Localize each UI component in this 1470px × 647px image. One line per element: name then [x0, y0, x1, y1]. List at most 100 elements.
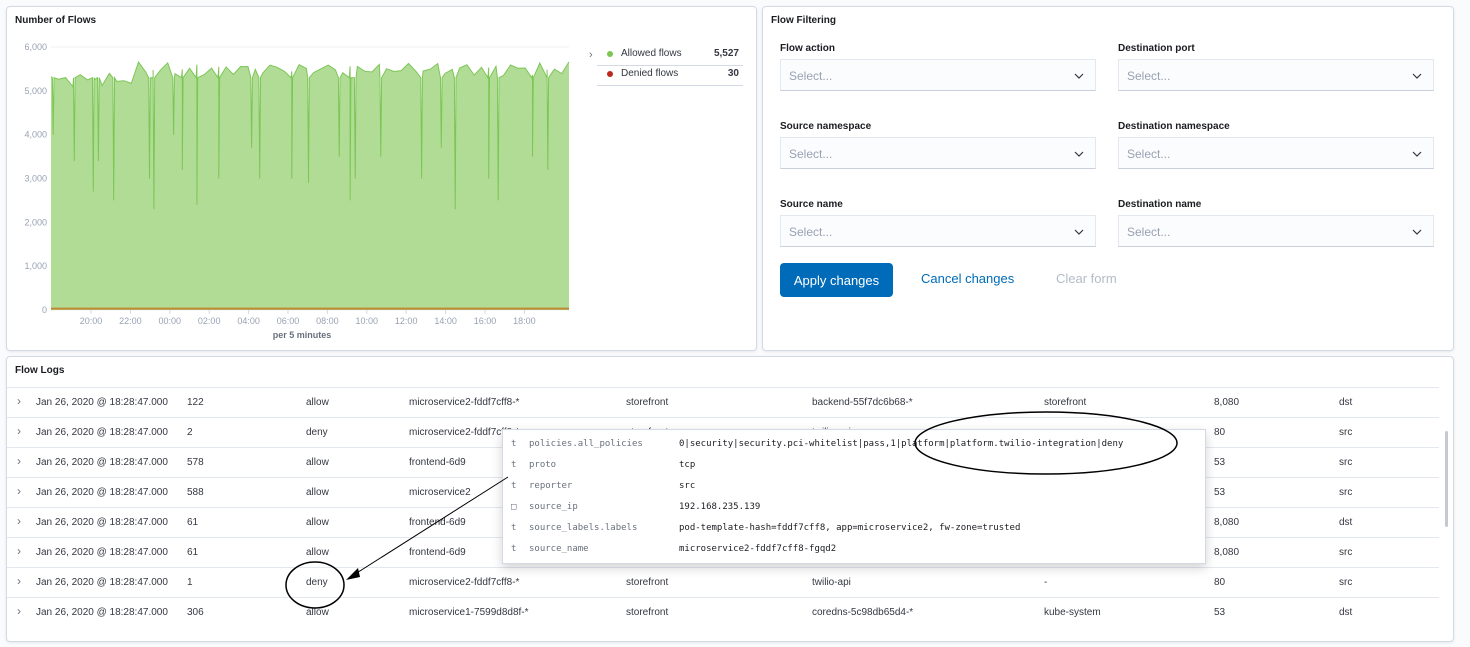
expand-row-icon[interactable]: ›: [17, 484, 21, 498]
cell-count: 306: [187, 607, 204, 618]
destination-name-select[interactable]: Select...: [1118, 215, 1434, 247]
table-scrollbar[interactable]: [1445, 431, 1448, 527]
cell-time: Jan 26, 2020 @ 18:28:47.000: [36, 547, 168, 558]
cell-time: Jan 26, 2020 @ 18:28:47.000: [36, 397, 168, 408]
field-type-icon: t: [511, 544, 517, 554]
expand-row-icon[interactable]: ›: [17, 514, 21, 528]
expand-row-icon[interactable]: ›: [17, 394, 21, 408]
cell-source: microservice2: [409, 487, 471, 498]
legend-item-denied[interactable]: Denied flows 30: [597, 65, 743, 86]
cell-dest-ns: storefront: [1044, 397, 1087, 408]
cell-action: deny: [306, 577, 328, 588]
chevron-down-icon: [1412, 229, 1422, 235]
panel-title: Flow Logs: [15, 365, 65, 376]
y-tick-label: 4,000: [24, 130, 47, 140]
cell-src-ns: storefront: [626, 577, 669, 588]
cancel-changes-button[interactable]: Cancel changes: [921, 271, 1014, 286]
x-tick-label: 04:00: [237, 316, 260, 326]
cell-port: 53: [1214, 457, 1226, 468]
field-type-icon: t: [511, 439, 517, 449]
field-name: reporter: [529, 481, 573, 491]
legend-value: 30: [727, 68, 739, 79]
cell-count: 122: [187, 397, 204, 408]
expand-row-icon[interactable]: ›: [17, 454, 21, 468]
field-name: source_labels.labels: [529, 523, 638, 533]
table-row[interactable]: › Jan 26, 2020 @ 18:28:47.000 122 allow micr…: [7, 387, 1439, 418]
legend-item-allowed[interactable]: Allowed flows 5,527: [597, 45, 743, 66]
expand-row-icon[interactable]: ›: [17, 574, 21, 588]
cell-time: Jan 26, 2020 @ 18:28:47.000: [36, 607, 168, 618]
expand-row-icon[interactable]: ›: [17, 604, 21, 618]
destination-namespace-select[interactable]: Select...: [1118, 137, 1434, 169]
cell-dest: twilio-api: [812, 577, 851, 588]
x-tick-label: 12:00: [395, 316, 418, 326]
cell-port: 80: [1214, 577, 1226, 588]
x-tick-label: 10:00: [356, 316, 379, 326]
destination-name-label: Destination name: [1118, 199, 1202, 210]
chevron-down-icon: [1074, 229, 1084, 235]
select-placeholder: Select...: [789, 69, 833, 83]
field-value: tcp: [679, 460, 696, 470]
field-value: pod-template-hash=fddf7cff8, app=microse…: [679, 523, 1021, 533]
cell-reporter: src: [1339, 547, 1353, 558]
field-value: microservice2-fddf7cff8-fgqd2: [679, 544, 837, 554]
field-name: source_name: [529, 544, 589, 554]
y-tick-label: 5,000: [24, 86, 47, 96]
destination-port-label: Destination port: [1118, 43, 1195, 54]
legend-value: 5,527: [713, 48, 739, 59]
cell-time: Jan 26, 2020 @ 18:28:47.000: [36, 427, 168, 438]
expand-row-icon[interactable]: ›: [17, 544, 21, 558]
cell-source: frontend-6d9: [409, 517, 466, 528]
chevron-down-icon: [1074, 73, 1084, 79]
cell-reporter: src: [1339, 457, 1353, 468]
cell-action: allow: [306, 397, 329, 408]
field-type-icon: t: [511, 481, 517, 491]
field-value: 0|security|security.pci-whitelist|pass,1…: [679, 439, 1124, 449]
cell-count: 1: [187, 577, 193, 588]
cell-reporter: src: [1339, 487, 1353, 498]
cell-reporter: dst: [1339, 397, 1353, 408]
cell-dest-ns: -: [1044, 577, 1048, 588]
select-placeholder: Select...: [789, 225, 833, 239]
cell-action: allow: [306, 517, 329, 528]
source-namespace-select[interactable]: Select...: [780, 137, 1096, 169]
cell-action: allow: [306, 607, 329, 618]
legend-dot: [607, 51, 613, 57]
doc-field-row: t source_name microservice2-fddf7cff8-fgqd…: [503, 538, 1205, 560]
doc-field-row: t proto tcp: [503, 454, 1205, 476]
y-tick-label: 0: [42, 305, 47, 315]
clear-form-button[interactable]: Clear form: [1056, 271, 1117, 286]
y-tick-label: 2,000: [24, 217, 47, 227]
field-name: policies.all_policies: [529, 439, 643, 449]
x-tick-label: 06:00: [277, 316, 300, 326]
destination-port-select[interactable]: Select...: [1118, 59, 1434, 91]
cell-time: Jan 26, 2020 @ 18:28:47.000: [36, 517, 168, 528]
apply-changes-button[interactable]: Apply changes: [780, 263, 893, 297]
cell-reporter: src: [1339, 577, 1353, 588]
source-name-select[interactable]: Select...: [780, 215, 1096, 247]
field-value: 192.168.235.139: [679, 502, 761, 512]
legend-toggle-icon[interactable]: ›: [589, 49, 593, 61]
expand-row-icon[interactable]: ›: [17, 424, 21, 438]
table-row[interactable]: › Jan 26, 2020 @ 18:28:47.000 306 allow micr…: [7, 597, 1439, 628]
doc-field-row: t policies.all_policies 0|security|securit…: [503, 433, 1205, 455]
source-namespace-label: Source namespace: [780, 121, 872, 132]
cell-time: Jan 26, 2020 @ 18:28:47.000: [36, 577, 168, 588]
cell-time: Jan 26, 2020 @ 18:28:47.000: [36, 457, 168, 468]
x-tick-label: 22:00: [119, 316, 142, 326]
cell-action: allow: [306, 457, 329, 468]
cell-src-ns: storefront: [626, 607, 669, 618]
flow-action-label: Flow action: [780, 43, 835, 54]
cell-source: microservice2-fddf7cff8-*: [409, 397, 520, 408]
select-placeholder: Select...: [1127, 147, 1171, 161]
x-axis-label: per 5 minutes: [273, 330, 332, 340]
cell-dest: backend-55f7dc6b68-*: [812, 397, 913, 408]
table-row[interactable]: › Jan 26, 2020 @ 18:28:47.000 1 deny microse…: [7, 567, 1439, 598]
cell-port: 80: [1214, 427, 1226, 438]
cell-source: frontend-6d9: [409, 457, 466, 468]
flow-action-select[interactable]: Select...: [780, 59, 1096, 91]
cell-source: frontend-6d9: [409, 547, 466, 558]
chevron-down-icon: [1412, 151, 1422, 157]
cell-port: 8,080: [1214, 397, 1240, 408]
x-tick-label: 18:00: [513, 316, 536, 326]
